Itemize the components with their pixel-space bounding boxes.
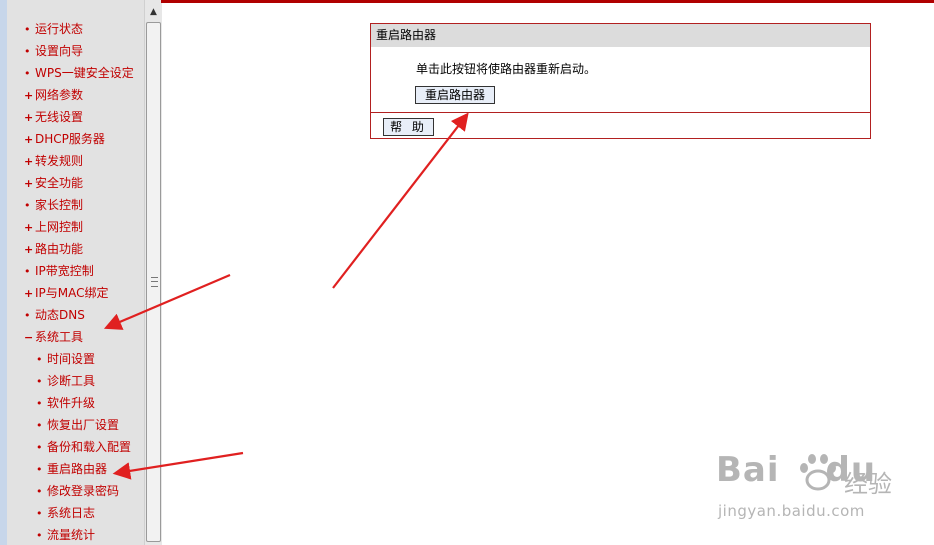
bullet-icon: • [24, 23, 31, 36]
sidebar-item-label: 路由功能 [35, 242, 84, 256]
reboot-router-button[interactable]: 重启路由器 [415, 86, 495, 104]
sidebar-item[interactable]: • 流量统计 [24, 524, 95, 545]
sidebar-item-label: 诊断工具 [47, 374, 96, 388]
sidebar-item-label: 上网控制 [35, 220, 84, 234]
sidebar-item[interactable]: + DHCP服务器 [24, 128, 105, 150]
expand-plus-icon: + [24, 177, 34, 190]
sidebar-item-label: 运行状态 [35, 22, 84, 36]
sidebar-item-label: 修改登录密码 [47, 484, 120, 498]
expand-plus-icon: + [24, 221, 34, 234]
window-left-edge [0, 0, 7, 545]
sidebar-item-label: IP与MAC绑定 [35, 286, 109, 300]
expand-plus-icon: + [24, 287, 34, 300]
sidebar-item-label: 时间设置 [47, 352, 96, 366]
sidebar-item[interactable]: • 恢复出厂设置 [24, 414, 119, 436]
top-divider [161, 0, 934, 3]
sidebar-item-label: 动态DNS [35, 308, 85, 322]
sidebar-item[interactable]: + 无线设置 [24, 106, 83, 128]
sidebar-item[interactable]: • 重启路由器 [24, 458, 107, 480]
sidebar-item-label: 备份和载入配置 [47, 440, 132, 454]
help-button[interactable]: 帮 助 [383, 118, 434, 136]
bullet-icon: • [36, 441, 43, 454]
sidebar-item-label: DHCP服务器 [35, 132, 105, 146]
sidebar-item-label: 网络参数 [35, 88, 84, 102]
bullet-icon: • [36, 485, 43, 498]
bullet-icon: • [24, 67, 31, 80]
sidebar-item[interactable]: + 转发规则 [24, 150, 83, 172]
sidebar-item[interactable]: − 系统工具 [24, 326, 83, 348]
annotation-arrow-reboot-button [332, 112, 469, 289]
sidebar-item[interactable]: • 诊断工具 [24, 370, 95, 392]
sidebar-item[interactable]: + 安全功能 [24, 172, 83, 194]
sidebar-item-label: IP带宽控制 [35, 264, 94, 278]
watermark-cn: 经验 [844, 470, 892, 498]
bullet-icon: • [36, 507, 43, 520]
reboot-panel: 重启路由器 单击此按钮将使路由器重新启动。 重启路由器 帮 助 [370, 23, 871, 139]
sidebar-item-label: 重启路由器 [47, 462, 108, 476]
expand-plus-icon: + [24, 111, 34, 124]
bullet-icon: • [36, 375, 43, 388]
bullet-icon: • [24, 45, 31, 58]
sidebar-menu: • 运行状态 • 设置向导 • WPS一键安全设定 + 网络参数 + 无线设置 + DHCP服务器 + 转… [7, 0, 144, 545]
sidebar-item[interactable]: + 网络参数 [24, 84, 83, 106]
bullet-icon: • [36, 529, 43, 542]
sidebar-item-label: 软件升级 [47, 396, 96, 410]
expand-plus-icon: + [24, 243, 34, 256]
panel-description: 单击此按钮将使路由器重新启动。 [416, 62, 597, 76]
watermark-url: jingyan.baidu.com [718, 502, 865, 520]
sidebar-item[interactable]: • IP带宽控制 [24, 260, 94, 282]
sidebar-item-label: 恢复出厂设置 [47, 418, 120, 432]
sidebar-item[interactable]: • 设置向导 [24, 40, 83, 62]
sidebar-item[interactable]: • WPS一键安全设定 [24, 62, 134, 84]
collapse-minus-icon: − [24, 331, 34, 344]
panel-title: 重启路由器 [371, 24, 870, 47]
sidebar-item-label: 设置向导 [35, 44, 84, 58]
scroll-grip-icon [151, 277, 158, 287]
sidebar-item[interactable]: • 系统日志 [24, 502, 95, 524]
baidu-paw-icon [800, 454, 836, 491]
sidebar-item[interactable]: • 修改登录密码 [24, 480, 119, 502]
sidebar-item[interactable]: + 路由功能 [24, 238, 83, 260]
sidebar-item[interactable]: + IP与MAC绑定 [24, 282, 109, 304]
scroll-up-arrow-icon[interactable]: ▲ [145, 4, 162, 20]
sidebar-item[interactable]: • 软件升级 [24, 392, 95, 414]
sidebar-item[interactable]: • 家长控制 [24, 194, 83, 216]
sidebar-item[interactable]: • 运行状态 [24, 18, 83, 40]
sidebar-item[interactable]: • 时间设置 [24, 348, 95, 370]
panel-divider [371, 112, 870, 113]
bullet-icon: • [24, 265, 31, 278]
bullet-icon: • [36, 353, 43, 366]
bullet-icon: • [36, 419, 43, 432]
baidu-jingyan-watermark: Bai du 经验 jingyan.baidu.com [716, 450, 926, 525]
sidebar-scrollbar[interactable]: ▲ [144, 0, 162, 545]
expand-plus-icon: + [24, 89, 34, 102]
bullet-icon: • [36, 397, 43, 410]
bullet-icon: • [36, 463, 43, 476]
sidebar-item-label: 无线设置 [35, 110, 84, 124]
sidebar-item[interactable]: • 备份和载入配置 [24, 436, 131, 458]
sidebar-item-label: WPS一键安全设定 [35, 66, 134, 80]
scroll-thumb[interactable] [146, 22, 161, 542]
sidebar-item-label: 系统工具 [35, 330, 84, 344]
sidebar-item[interactable]: + 上网控制 [24, 216, 83, 238]
sidebar-item-label: 家长控制 [35, 198, 84, 212]
expand-plus-icon: + [24, 133, 34, 146]
bullet-icon: • [24, 199, 31, 212]
expand-plus-icon: + [24, 155, 34, 168]
sidebar-item[interactable]: • 动态DNS [24, 304, 85, 326]
bullet-icon: • [24, 309, 31, 322]
sidebar-item-label: 安全功能 [35, 176, 84, 190]
sidebar-item-label: 流量统计 [47, 528, 96, 542]
sidebar-item-label: 转发规则 [35, 154, 84, 168]
sidebar-item-label: 系统日志 [47, 506, 96, 520]
